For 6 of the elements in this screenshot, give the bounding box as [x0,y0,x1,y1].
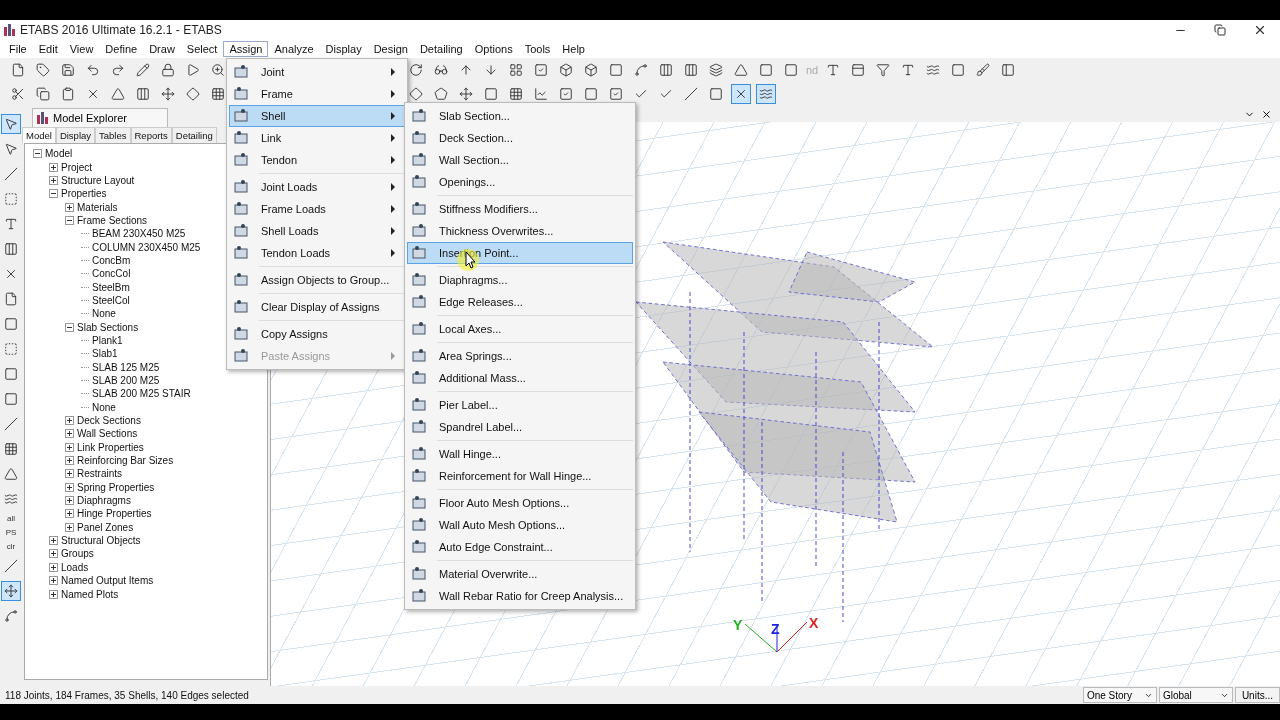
axis-label: Z [771,621,780,637]
window-title: ETABS 2016 Ultimate 16.2.1 - ETABS [20,23,223,37]
explorer-title: Model Explorer [53,112,127,124]
status-text: 118 Joints, 184 Frames, 35 Shells, 140 Edges selected [5,689,250,701]
axis-label: Y [733,617,743,633]
axis-label: X [809,615,819,631]
